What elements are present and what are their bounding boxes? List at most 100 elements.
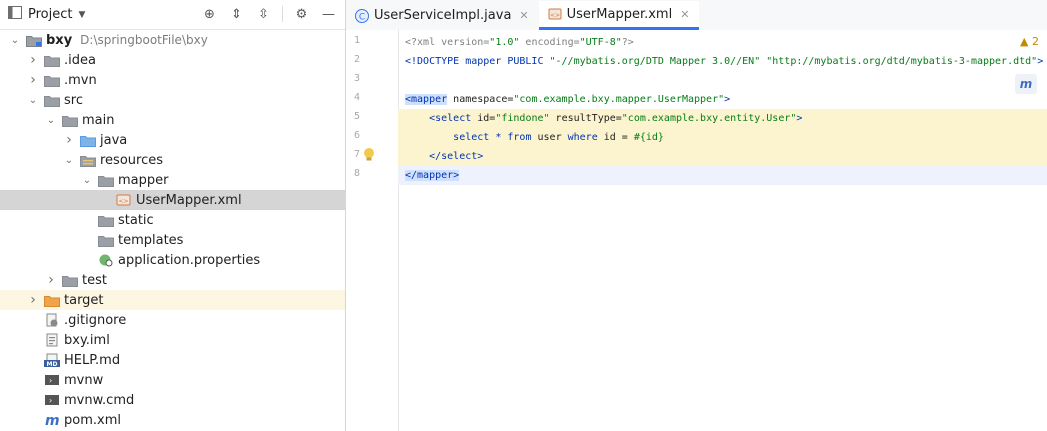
tree-item-label: mvnw [64, 372, 104, 388]
code-text[interactable]: <?xml version="1.0" encoding="UTF-8"?> <!… [398, 30, 1047, 431]
tree-item-label: UserMapper.xml [136, 192, 242, 208]
warning-indicator[interactable]: ▲ 2 [1020, 35, 1039, 48]
line-number: 5 [353, 111, 360, 122]
tab-usermapper-xml[interactable]: <> UserMapper.xml ✕ [538, 1, 700, 30]
chevron-right-icon[interactable]: › [26, 292, 40, 308]
tree-item[interactable]: bxy.iml [0, 330, 345, 350]
tree-item[interactable]: › test [0, 270, 345, 290]
java-class-icon: C [354, 8, 370, 23]
chevron-right-icon[interactable]: › [44, 272, 58, 288]
properties-file-icon [98, 253, 114, 267]
chevron-down-icon[interactable]: ⌄ [62, 155, 76, 166]
tree-item[interactable]: static [0, 210, 345, 230]
line-number: 7 [353, 149, 360, 160]
tree-item[interactable]: ⌄ main [0, 110, 345, 130]
warning-count: 2 [1032, 35, 1039, 48]
chevron-down-icon[interactable]: ⌄ [8, 35, 22, 46]
tab-userserviceimpl-java[interactable]: C UserServiceImpl.java ✕ [346, 1, 539, 30]
project-panel-title[interactable]: Project [28, 7, 72, 22]
locate-file-icon[interactable]: ⊕ [201, 6, 218, 23]
code-line[interactable]: select * from user where id = #{id} [398, 128, 1047, 147]
code-line[interactable]: <select id="findone" resultType="com.exa… [398, 109, 1047, 128]
tree-item[interactable]: m pom.xml [0, 410, 345, 430]
tree-item-label: src [64, 92, 83, 108]
chevron-right-icon[interactable]: › [26, 52, 40, 68]
code-line[interactable]: <?xml version="1.0" encoding="UTF-8"?> [398, 33, 1047, 52]
svg-text:MD: MD [47, 361, 58, 367]
svg-text:m: m [45, 413, 60, 427]
code-line[interactable] [398, 71, 1047, 90]
source-folder-icon [80, 133, 96, 147]
chevron-right-icon[interactable]: › [62, 132, 76, 148]
markdown-file-icon: MD [44, 353, 60, 367]
expand-all-icon[interactable]: ⇕ [228, 6, 245, 23]
tree-item-label: static [118, 212, 154, 228]
project-panel: Project ▼ ⊕ ⇕ ⇳ ⚙ — ⌄ bxy D:\springbootFil… [0, 0, 346, 431]
xml-file-icon: <> [547, 7, 563, 21]
hide-panel-icon[interactable]: — [320, 6, 337, 23]
chevron-right-icon[interactable]: › [26, 72, 40, 88]
shell-file-icon: › [44, 373, 60, 387]
tree-item[interactable]: ⌄ mapper [0, 170, 345, 190]
toolbar-divider [282, 6, 283, 22]
warning-icon: ▲ [1020, 35, 1029, 48]
tree-item[interactable]: › java [0, 130, 345, 150]
project-path: D:\springbootFile\bxy [80, 33, 208, 47]
xml-file-icon: <> [116, 193, 132, 207]
tree-item-label: test [82, 272, 107, 288]
tree-item[interactable]: › mvnw.cmd [0, 390, 345, 410]
code-line[interactable]: <!DOCTYPE mapper PUBLIC "-//mybatis.org/… [398, 52, 1047, 71]
tree-item[interactable]: ⌄ src [0, 90, 345, 110]
code-line[interactable]: <mapper namespace="com.example.bxy.mappe… [398, 90, 1047, 109]
code-line[interactable]: </mapper> [398, 166, 1047, 185]
collapse-all-icon[interactable]: ⇳ [255, 6, 272, 23]
tree-item[interactable]: ⌄ bxy D:\springbootFile\bxy [0, 30, 345, 50]
folder-icon [44, 53, 60, 67]
line-number: 3 [353, 73, 360, 84]
gear-icon[interactable]: ⚙ [293, 6, 310, 23]
tree-item[interactable]: ⌄ resources [0, 150, 345, 170]
tree-item-label: bxy [46, 32, 73, 48]
tree-item[interactable]: › target [0, 290, 345, 310]
project-panel-toolbar: ⊕ ⇕ ⇳ ⚙ — [201, 6, 337, 23]
project-view-icon [8, 6, 22, 23]
excluded-folder-icon [44, 293, 60, 307]
editor-tabs: C UserServiceImpl.java ✕ <> UserMapper.x… [346, 0, 1047, 31]
tree-item[interactable]: › .idea [0, 50, 345, 70]
maven-file-icon: m [44, 413, 60, 427]
folder-icon [98, 233, 114, 247]
lightbulb-icon[interactable] [362, 147, 376, 167]
tree-item[interactable]: application.properties [0, 250, 345, 270]
folder-icon [62, 113, 78, 127]
tree-item[interactable]: › mvnw [0, 370, 345, 390]
line-number-gutter: 1 2 3 4 5 6 7 8 [346, 30, 399, 431]
chevron-down-icon[interactable]: ⌄ [26, 95, 40, 106]
chevron-down-icon[interactable]: ⌄ [80, 175, 94, 186]
tree-item[interactable]: MD HELP.md [0, 350, 345, 370]
svg-text:›: › [49, 396, 52, 405]
chevron-down-icon[interactable]: ⌄ [44, 115, 58, 126]
gitignore-file-icon [44, 313, 60, 327]
tree-item[interactable]: <> UserMapper.xml [0, 190, 345, 210]
close-icon[interactable]: ✕ [680, 8, 689, 21]
tree-item[interactable]: templates [0, 230, 345, 250]
folder-icon [44, 93, 60, 107]
tab-label: UserMapper.xml [566, 6, 673, 22]
close-icon[interactable]: ✕ [519, 9, 528, 22]
mybatis-navigation-icon[interactable]: m [1015, 74, 1037, 94]
code-line[interactable]: </select> [398, 147, 1047, 166]
resources-folder-icon [80, 153, 96, 167]
folder-icon [62, 273, 78, 287]
code-editor[interactable]: 1 2 3 4 5 6 7 8 <?xml version="1.0" encoding="U… [346, 30, 1047, 431]
tree-item[interactable]: › .mvn [0, 70, 345, 90]
folder-icon [44, 73, 60, 87]
line-number: 8 [353, 168, 360, 179]
tree-item[interactable]: .gitignore [0, 310, 345, 330]
tree-item-label: .idea [64, 52, 96, 68]
chevron-down-icon[interactable]: ▼ [78, 10, 85, 20]
svg-text:C: C [359, 12, 365, 22]
tree-item-label: main [82, 112, 115, 128]
tree-item-label: mvnw.cmd [64, 392, 135, 408]
editor-area: C UserServiceImpl.java ✕ <> UserMapper.x… [346, 0, 1047, 431]
tree-item-label: java [100, 132, 128, 148]
